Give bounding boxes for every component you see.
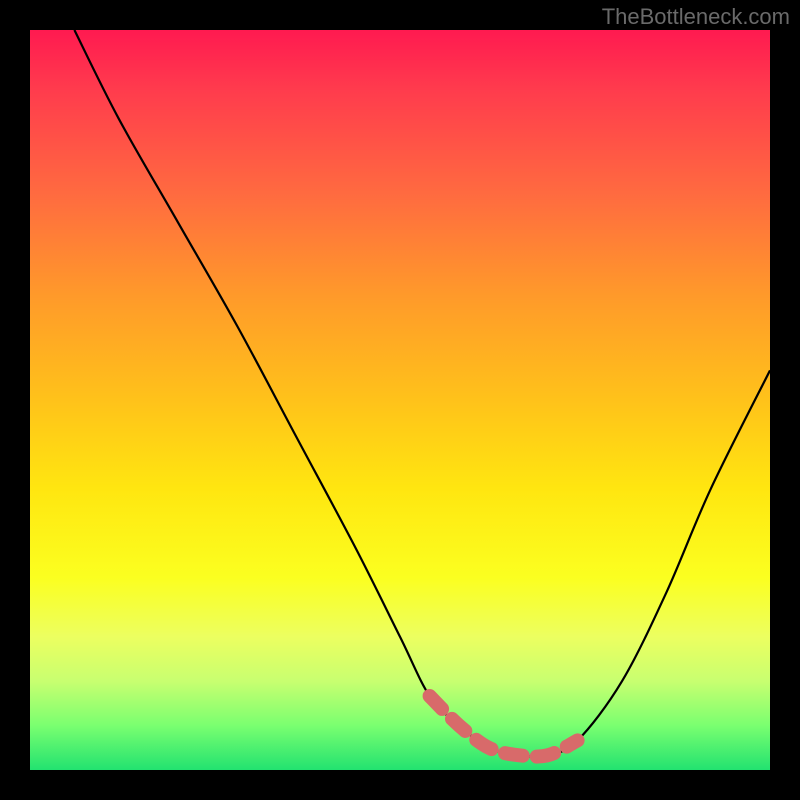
watermark-text: TheBottleneck.com — [602, 4, 790, 30]
bottleneck-curve — [74, 30, 770, 757]
sweet-spot-highlight — [430, 696, 578, 757]
chart-svg — [30, 30, 770, 770]
plot-area — [30, 30, 770, 770]
